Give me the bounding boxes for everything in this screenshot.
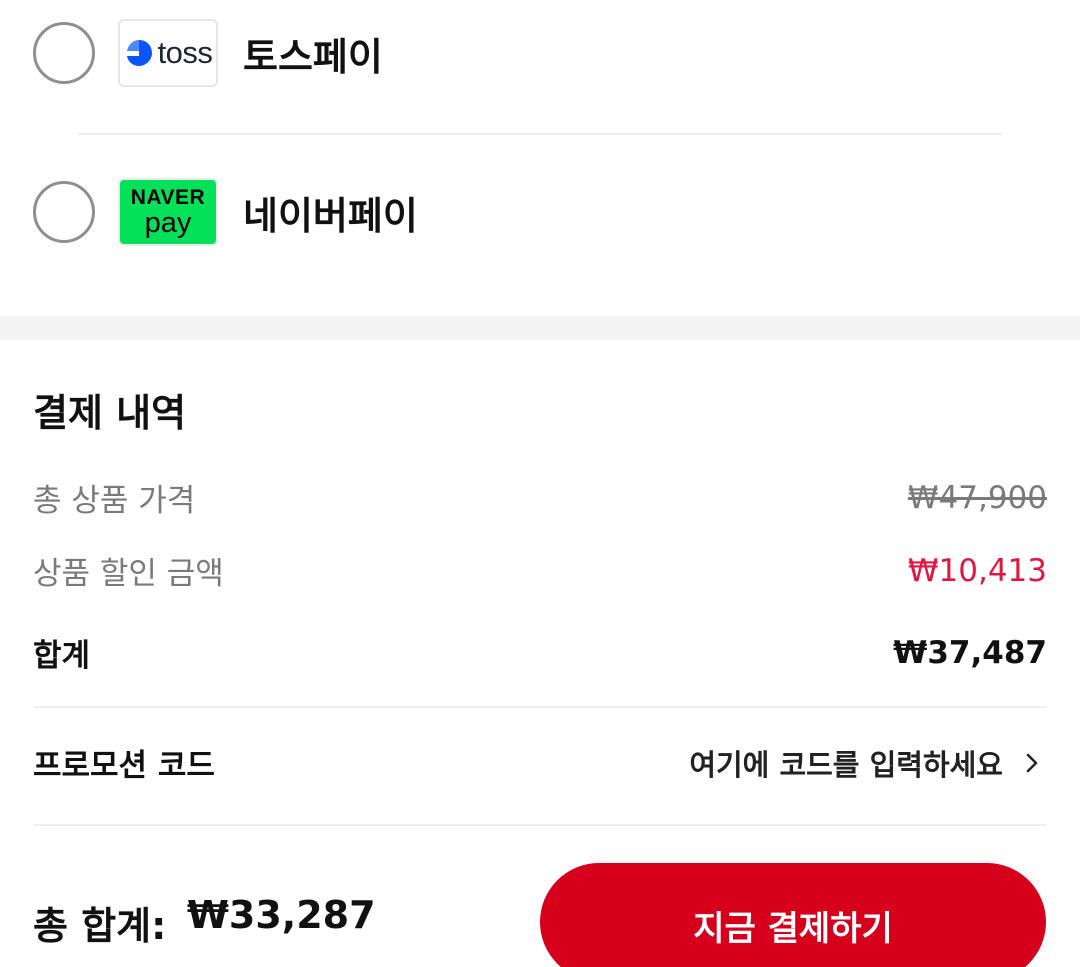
naver-pay-logo-icon: NAVER pay	[118, 178, 218, 246]
grand-total-value: ₩33,287	[187, 893, 376, 937]
naver-logo-bottom: pay	[144, 206, 192, 239]
summary-row-discount: 상품 할인 금액 ₩10,413	[33, 548, 1047, 593]
summary-row-total-price: 총 상품 가격 ₩47,900	[33, 475, 1047, 520]
toss-logo-icon: toss	[118, 19, 218, 87]
promo-code-entry[interactable]: 여기에 코드를 입력하세요	[689, 742, 1047, 784]
chevron-right-icon[interactable]	[1021, 752, 1043, 774]
subtotal-value: ₩37,487	[893, 634, 1047, 671]
total-price-value: ₩47,900	[907, 479, 1047, 516]
payment-divider	[78, 133, 1002, 135]
pay-now-button[interactable]: 지금 결제하기	[540, 863, 1046, 967]
toss-mark-icon	[126, 40, 152, 66]
toss-pay-label: 토스페이	[243, 34, 383, 79]
promo-code-label: 프로모션 코드	[33, 748, 215, 784]
payment-option-toss[interactable]: toss 토스페이	[0, 0, 1080, 108]
naver-pay-label: 네이버페이	[243, 193, 418, 238]
promo-code-placeholder[interactable]: 여기에 코드를 입력하세요	[689, 742, 1003, 784]
naver-radio-button[interactable]	[33, 181, 95, 243]
footer-divider	[33, 824, 1047, 826]
total-price-label: 총 상품 가격	[33, 483, 196, 519]
toss-radio-button[interactable]	[33, 22, 95, 84]
promo-code-row[interactable]: 프로모션 코드 여기에 코드를 입력하세요	[33, 740, 1047, 785]
grand-total-label: 총 합계:	[33, 904, 167, 948]
discount-label: 상품 할인 금액	[33, 556, 224, 592]
summary-row-subtotal: 합계 ₩37,487	[33, 630, 1047, 675]
summary-title: 결제 내역	[33, 391, 187, 435]
checkout-page: toss 토스페이 NAVER pay 네이버페이 결제 내역 총 상품 가격 …	[0, 0, 1080, 967]
discount-value: ₩10,413	[907, 552, 1047, 589]
payment-option-naver[interactable]: NAVER pay 네이버페이	[0, 157, 1080, 267]
subtotal-label: 합계	[33, 638, 91, 674]
naver-logo-top: NAVER	[130, 185, 206, 209]
summary-divider	[33, 706, 1047, 708]
section-separator	[0, 316, 1080, 340]
toss-logo-text: toss	[157, 35, 213, 70]
